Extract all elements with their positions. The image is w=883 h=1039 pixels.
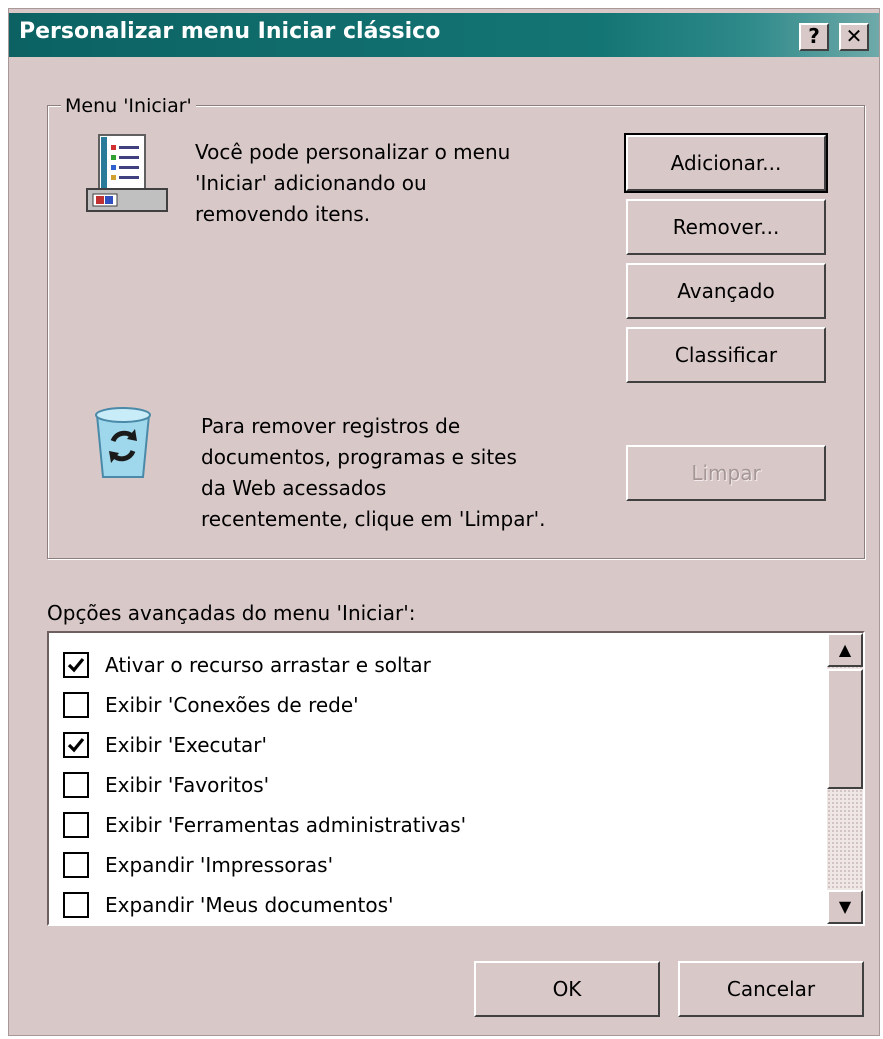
list-item[interactable]: Ativar o recurso arrastar e soltar [63,645,431,685]
advanced-button[interactable]: Avançado [626,263,826,319]
scrollbar-thumb[interactable] [827,669,863,789]
add-button[interactable]: Adicionar... [624,133,828,193]
checkbox[interactable] [63,772,89,798]
list-item[interactable]: Expandir 'Meus documentos' [63,885,394,924]
list-item-label: Expandir 'Meus documentos' [105,893,394,917]
customize-description-line: 'Iniciar' adicionando ou [195,171,427,195]
scroll-up-arrow-icon[interactable]: ▲ [827,633,863,667]
checkmark-icon [67,737,85,753]
checkbox[interactable] [63,852,89,878]
list-item-label: Exibir 'Conexões de rede' [105,693,359,717]
remove-button[interactable]: Remover... [626,199,826,255]
advanced-options-list[interactable]: Ativar o recurso arrastar e soltar Exibir… [47,631,865,926]
scroll-down-arrow-icon[interactable]: ▼ [827,890,863,924]
customize-classic-start-menu-dialog: Personalizar menu Iniciar clássico ? ✕ M… [8,8,880,1036]
cancel-button[interactable]: Cancelar [678,961,864,1017]
clear-description-line: da Web acessados [201,476,387,500]
window-title: Personalizar menu Iniciar clássico [19,19,441,44]
customize-description-line: removendo itens. [195,202,371,226]
list-item-label: Exibir 'Favoritos' [105,773,270,797]
list-item[interactable]: Expandir 'Impressoras' [63,845,333,885]
help-button[interactable]: ? [799,23,829,51]
start-menu-group-label: Menu 'Iniciar' [61,95,196,117]
recycle-bin-icon [95,407,151,478]
clear-description-line: recentemente, clique em 'Limpar'. [201,507,546,531]
clear-description-line: documentos, programas e sites [201,445,517,469]
advanced-options-label: Opções avançadas do menu 'Iniciar': [47,601,416,625]
close-button[interactable]: ✕ [839,23,869,51]
start-menu-icon [86,134,168,212]
checkmark-icon [67,657,85,673]
title-bar[interactable]: Personalizar menu Iniciar clássico ? ✕ [9,13,879,57]
list-item[interactable]: Exibir 'Ferramentas administrativas' [63,805,466,845]
list-item[interactable]: Exibir 'Favoritos' [63,765,269,805]
checkbox[interactable] [63,812,89,838]
clear-button[interactable]: Limpar [626,445,826,501]
customize-description-line: Você pode personalizar o menu [195,140,511,164]
checkbox[interactable] [63,892,89,918]
customize-description: Você pode personalizar o menu 'Iniciar' … [195,137,510,230]
clear-description: Para remover registros de documentos, pr… [201,411,546,535]
list-item[interactable]: Exibir 'Executar' [63,725,267,765]
list-item-label: Expandir 'Impressoras' [105,853,334,877]
sort-button[interactable]: Classificar [626,327,826,383]
checkbox[interactable] [63,732,89,758]
vertical-scrollbar[interactable]: ▲ ▼ [827,633,863,924]
list-item-label: Exibir 'Ferramentas administrativas' [105,813,467,837]
checkbox[interactable] [63,652,89,678]
checkbox[interactable] [63,692,89,718]
clear-description-line: Para remover registros de [201,414,461,438]
list-item-label: Ativar o recurso arrastar e soltar [105,653,431,677]
list-item[interactable]: Exibir 'Conexões de rede' [63,685,359,725]
ok-button[interactable]: OK [474,961,660,1017]
list-item-label: Exibir 'Executar' [105,733,268,757]
